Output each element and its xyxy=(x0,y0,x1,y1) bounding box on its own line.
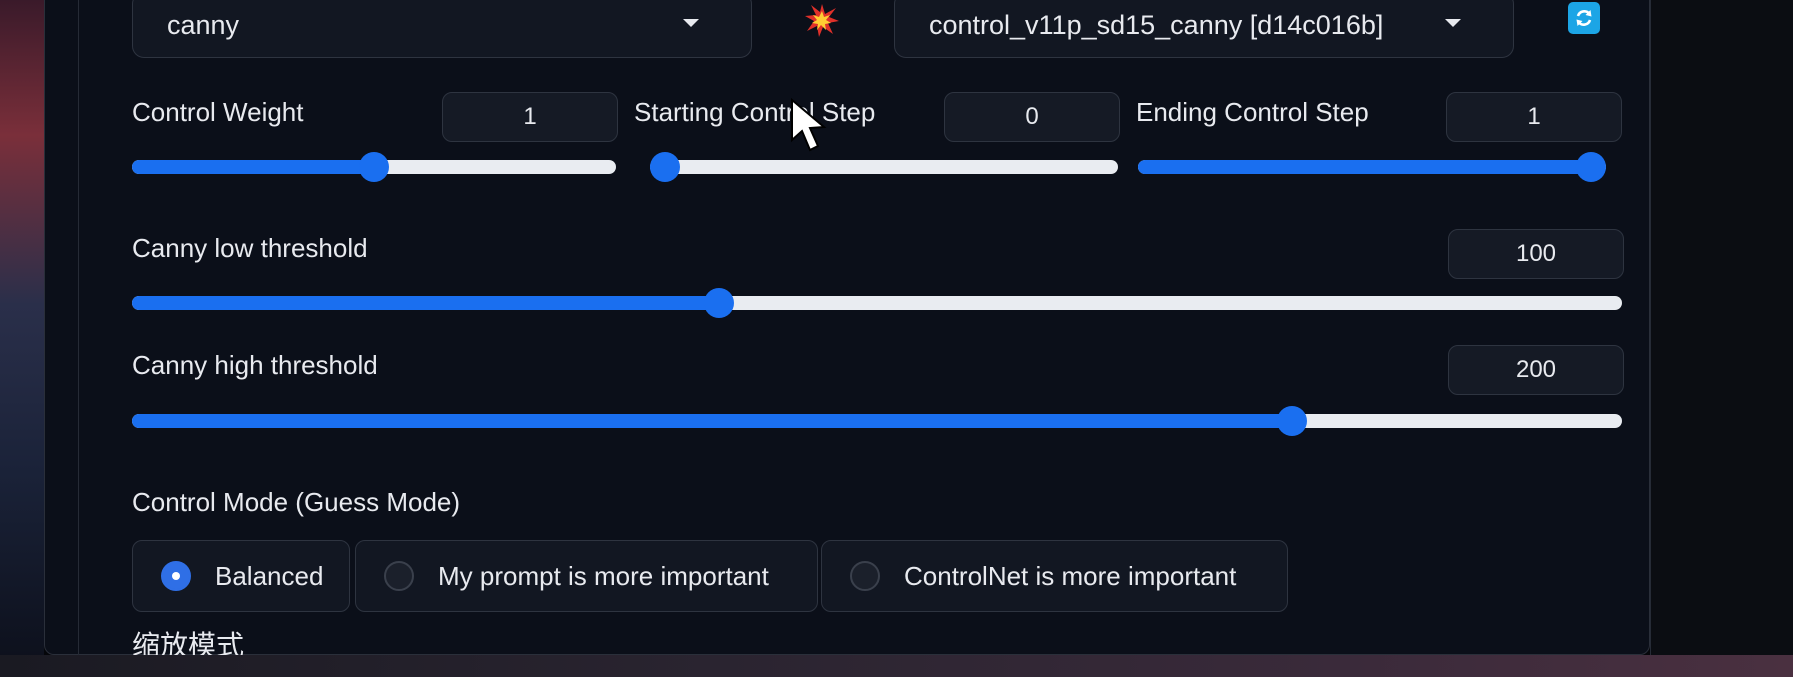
ending-step-slider[interactable] xyxy=(1138,152,1606,182)
canny-high-input[interactable]: 200 xyxy=(1448,345,1624,395)
preprocessor-value: canny xyxy=(167,9,240,40)
canny-low-slider[interactable] xyxy=(132,288,1622,318)
radio-controlnet-important[interactable]: ControlNet is more important xyxy=(821,540,1288,612)
slider-thumb[interactable] xyxy=(1276,406,1307,436)
resize-mode-label: 缩放模式 xyxy=(132,629,245,655)
slider-thumb[interactable] xyxy=(359,152,389,182)
canny-high-slider[interactable] xyxy=(132,406,1622,436)
refresh-icon[interactable] xyxy=(1568,2,1600,34)
control-weight-slider[interactable] xyxy=(132,152,616,182)
radio-unchecked-icon xyxy=(384,561,414,591)
chevron-down-icon xyxy=(683,19,699,27)
slider-fill xyxy=(132,296,720,310)
control-weight-label: Control Weight xyxy=(132,97,304,127)
slider-thumb[interactable] xyxy=(704,288,735,318)
spark-icon[interactable] xyxy=(804,2,840,38)
model-dropdown[interactable]: control_v11p_sd15_canny [d14c016b] xyxy=(894,0,1514,58)
radio-balanced[interactable]: Balanced xyxy=(132,540,350,612)
radio-label: Balanced xyxy=(215,560,324,591)
slider-fill xyxy=(1138,160,1591,174)
mouse-cursor-icon xyxy=(791,98,827,152)
panel-left-border xyxy=(78,0,79,655)
desktop-background xyxy=(0,0,44,677)
slider-thumb[interactable] xyxy=(650,152,680,182)
starting-step-slider[interactable] xyxy=(650,152,1118,182)
slider-fill xyxy=(132,414,1292,428)
radio-label: ControlNet is more important xyxy=(904,560,1237,591)
canny-high-label: Canny high threshold xyxy=(132,350,378,380)
radio-unchecked-icon xyxy=(850,561,880,591)
desktop-bottom-strip xyxy=(0,655,1793,677)
canny-low-label: Canny low threshold xyxy=(132,233,368,263)
slider-thumb[interactable] xyxy=(1576,152,1606,182)
radio-prompt-important[interactable]: My prompt is more important xyxy=(355,540,818,612)
radio-label: My prompt is more important xyxy=(438,560,769,591)
ending-step-label: Ending Control Step xyxy=(1136,97,1369,127)
panel-right-border xyxy=(1650,0,1651,655)
slider-fill xyxy=(132,160,374,174)
canny-low-input[interactable]: 100 xyxy=(1448,229,1624,279)
starting-step-label: Starting Control Step xyxy=(634,97,876,127)
preprocessor-dropdown[interactable]: canny xyxy=(132,0,752,58)
slider-track xyxy=(650,160,1118,174)
window-right-gutter xyxy=(1651,0,1793,655)
control-mode-label: Control Mode (Guess Mode) xyxy=(132,487,461,517)
chevron-down-icon xyxy=(1445,19,1461,27)
ending-step-input[interactable]: 1 xyxy=(1446,92,1622,142)
model-value: control_v11p_sd15_canny [d14c016b] xyxy=(929,9,1384,40)
radio-checked-icon xyxy=(161,561,191,591)
refresh-glyph xyxy=(1576,10,1592,26)
starting-step-input[interactable]: 0 xyxy=(944,92,1120,142)
control-weight-input[interactable]: 1 xyxy=(442,92,618,142)
